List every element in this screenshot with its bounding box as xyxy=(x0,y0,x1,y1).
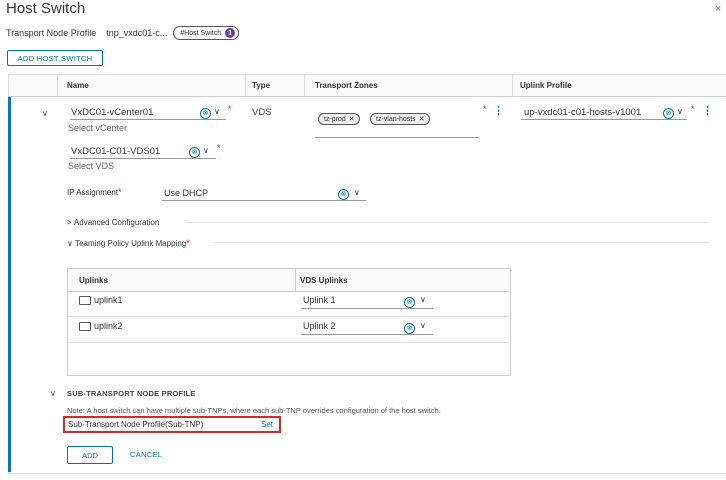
vcenter-dropdown-caret-icon[interactable]: ∨ xyxy=(214,107,220,116)
ip-assignment-underline xyxy=(162,200,366,201)
vcenter-helper-text: Select vCenter xyxy=(68,123,128,133)
advanced-configuration-label: Advanced Configuration xyxy=(73,218,160,227)
profile-label: Transport Node Profile xyxy=(6,28,97,38)
dialog-title: Host Switch xyxy=(6,0,86,17)
uplink-table-header-separator xyxy=(295,269,296,291)
add-button[interactable]: ADD xyxy=(67,446,113,464)
cancel-button[interactable]: CANCEL xyxy=(130,450,162,459)
vds-uplink-caret-icon[interactable]: ∨ xyxy=(420,321,426,330)
vds-field-underline xyxy=(70,158,216,159)
advanced-configuration-toggle[interactable]: > Advanced Configuration xyxy=(67,218,159,227)
nic-icon xyxy=(79,296,91,306)
transport-zones-required-marker: * xyxy=(483,104,487,114)
column-header-name[interactable]: Name xyxy=(67,81,89,90)
clear-ip-assignment-icon[interactable]: ⊗ xyxy=(338,189,349,200)
sub-tnp-set-link[interactable]: Set xyxy=(261,420,273,429)
sub-tnp-collapse-chevron-icon[interactable]: ∨ xyxy=(50,389,56,398)
column-header-vds-uplinks: VDS Uplinks xyxy=(300,276,348,285)
header-separator xyxy=(245,75,246,96)
uplink-profile-underline xyxy=(521,119,687,120)
clear-vds-uplink-icon[interactable]: ⊗ xyxy=(404,297,415,308)
selected-row-indicator xyxy=(8,97,11,472)
vds-helper-text: Select VDS xyxy=(68,161,115,171)
column-header-transport-zones[interactable]: Transport Zones xyxy=(315,81,378,90)
host-switch-badge: #Host Switch 1 xyxy=(173,26,240,40)
sub-tnp-label: Sub-Transport Node Profile(Sub-TNP) xyxy=(68,420,204,429)
transport-zone-tag: tz-prod ✕ xyxy=(318,113,360,125)
header-separator xyxy=(512,75,513,96)
ip-assignment-label: IP Assignment* xyxy=(67,187,122,197)
uplink-profile-caret-icon[interactable]: ∨ xyxy=(677,107,683,116)
profile-row: Transport Node Profile tnp_vxdc01-c... #… xyxy=(6,26,240,40)
transport-zones-underline xyxy=(315,137,479,138)
vds-uplink-caret-icon[interactable]: ∨ xyxy=(420,295,426,304)
uplink-profile-value[interactable]: up-vxdc01-c01-hosts-v1001 xyxy=(524,107,641,118)
table-row: uplink1 xyxy=(79,295,123,306)
clear-vcenter-icon[interactable]: ⊗ xyxy=(200,108,211,119)
row-divider xyxy=(68,316,509,317)
chevron-down-icon: ∨ xyxy=(67,239,73,248)
remove-tag-icon[interactable]: ✕ xyxy=(419,115,425,123)
vds-required-marker: * xyxy=(217,143,221,153)
uplink-name: uplink2 xyxy=(94,321,123,331)
vcenter-field-underline xyxy=(70,119,226,120)
chevron-right-icon: > xyxy=(67,218,72,227)
add-host-switch-button[interactable]: ADD HOST SWITCH xyxy=(7,50,103,66)
sub-tnp-note: Note: A host switch can have multiple su… xyxy=(67,406,441,415)
clear-vds-icon[interactable]: ⊗ xyxy=(189,147,200,158)
vcenter-required-marker: * xyxy=(228,104,232,114)
teaming-policy-label: Teaming Policy Uplink Mapping xyxy=(75,239,187,248)
ip-assignment-value[interactable]: Use DHCP xyxy=(164,188,208,198)
header-separator xyxy=(57,75,58,96)
column-header-type[interactable]: Type xyxy=(252,81,270,90)
badge-count: 1 xyxy=(225,28,236,38)
uplink-table-header xyxy=(68,269,509,292)
close-icon[interactable]: × xyxy=(715,3,721,15)
clear-uplink-profile-icon[interactable]: ⊗ xyxy=(663,108,674,119)
header-separator xyxy=(304,75,305,96)
vds-uplink-underline xyxy=(301,334,433,335)
type-value: VDS xyxy=(252,107,272,118)
vds-dropdown-caret-icon[interactable]: ∨ xyxy=(203,146,209,155)
tag-label: tz-vlan-hosts xyxy=(376,115,416,123)
clear-vds-uplink-icon[interactable]: ⊗ xyxy=(404,323,415,334)
section-divider xyxy=(213,242,710,243)
vds-uplink-underline xyxy=(301,308,433,309)
remove-tag-icon[interactable]: ✕ xyxy=(349,115,355,123)
uplink-name: uplink1 xyxy=(94,295,123,305)
ip-assignment-label-text: IP Assignment xyxy=(67,188,118,197)
uplink-profile-more-icon[interactable]: ⋮ xyxy=(702,104,713,117)
vds-select-value[interactable]: VxDC01-C01-VDS01 xyxy=(71,146,160,157)
uplink-profile-required-marker: * xyxy=(691,104,695,114)
row-divider xyxy=(68,342,509,343)
vds-uplink-select-value[interactable]: Uplink 2 xyxy=(303,321,336,331)
teaming-policy-toggle[interactable]: ∨ Teaming Policy Uplink Mapping* xyxy=(67,238,190,248)
column-header-uplink-profile[interactable]: Uplink Profile xyxy=(520,81,572,90)
section-divider xyxy=(185,222,710,223)
table-row: uplink2 xyxy=(79,321,123,332)
badge-label: #Host Switch xyxy=(180,29,222,37)
vds-uplink-select-value[interactable]: Uplink 1 xyxy=(303,295,336,305)
transport-zones-more-icon[interactable]: ⋮ xyxy=(493,104,504,117)
transport-zone-tag: tz-vlan-hosts ✕ xyxy=(370,113,430,125)
tag-label: tz-prod xyxy=(324,115,346,123)
row-collapse-chevron-icon[interactable]: ∨ xyxy=(42,109,48,118)
vcenter-select-value[interactable]: VxDC01-vCenter01 xyxy=(71,107,153,118)
profile-value: tnp_vxdc01-c... xyxy=(106,28,168,38)
sub-tnp-section-header: SUB-TRANSPORT NODE PROFILE xyxy=(67,389,196,398)
ip-assignment-caret-icon[interactable]: ∨ xyxy=(354,188,360,197)
column-header-uplinks: Uplinks xyxy=(79,276,108,285)
nic-icon xyxy=(79,322,91,332)
